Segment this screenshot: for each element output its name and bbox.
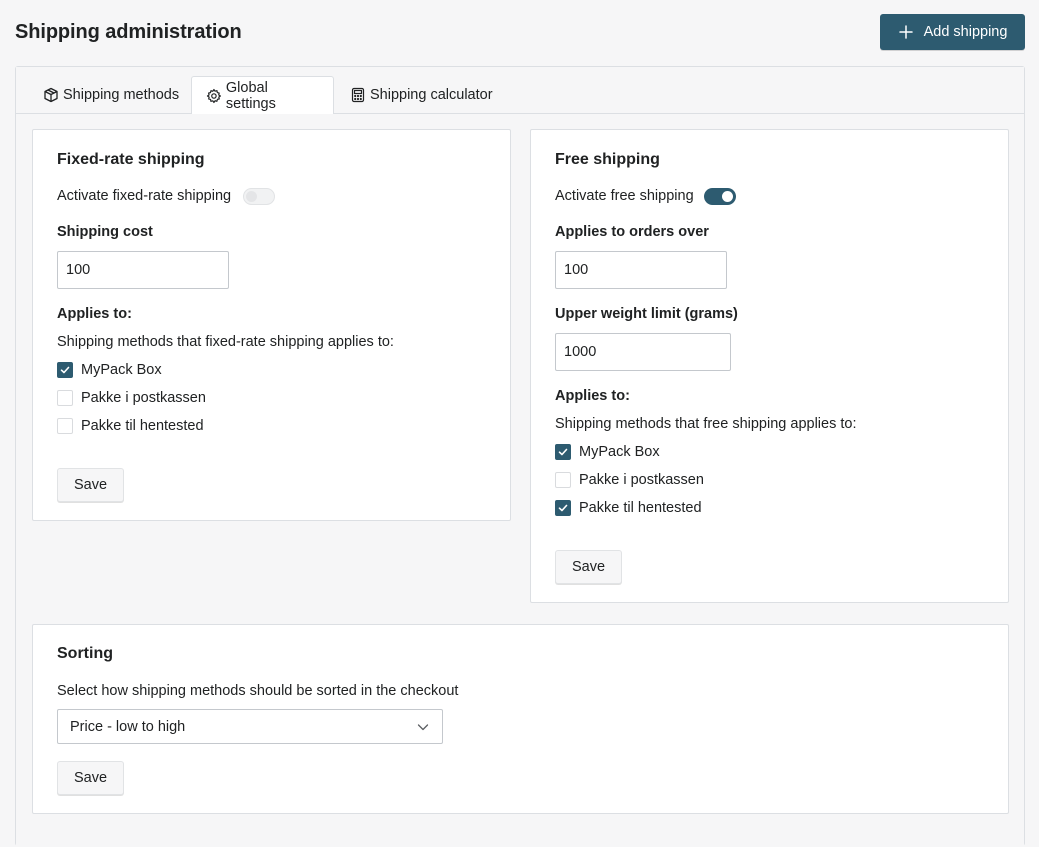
fixed-rate-title: Fixed-rate shipping [57,151,205,168]
checkbox-label: MyPack Box [81,362,162,378]
free-method-postkassen[interactable]: Pakke i postkassen [555,472,704,488]
free-shipping-activate-label: Activate free shipping [555,188,694,204]
toggle-knob [246,191,257,202]
checkbox-label: Pakke i postkassen [579,472,704,488]
tab-shipping-calculator[interactable]: Shipping calculator [338,76,505,114]
settings-panel: Shipping methods Global settings Shippin… [15,66,1025,847]
checkbox[interactable] [57,390,73,406]
page-header: Shipping administration Add shipping [15,14,1025,50]
sorting-selected-value: Price - low to high [70,718,186,735]
check-icon [558,448,568,456]
sorting-save-button[interactable]: Save [57,761,125,795]
tab-shipping-methods[interactable]: Shipping methods [32,76,191,114]
checkbox-label: MyPack Box [579,444,660,460]
free-method-mypack[interactable]: MyPack Box [555,444,660,460]
add-shipping-label: Add shipping [923,24,1008,40]
tab-label: Global settings [225,80,276,112]
fixed-rate-method-postkassen[interactable]: Pakke i postkassen [57,390,206,406]
fixed-rate-toggle[interactable] [243,188,275,205]
gear-icon [206,88,221,104]
tab-content: Fixed-rate shipping Activate fixed-rate … [16,114,1024,847]
free-method-hentested[interactable]: Pakke til hentested [555,500,702,516]
checkbox[interactable] [555,472,571,488]
fixed-rate-method-hentested[interactable]: Pakke til hentested [57,418,204,434]
fixed-rate-save-button[interactable]: Save [57,468,125,502]
check-icon [558,504,568,512]
sorting-select[interactable]: Price - low to high [57,709,443,744]
plus-icon [898,25,913,39]
orders-over-input[interactable] [555,251,727,289]
sorting-card: Sorting Select how shipping methods shou… [32,624,1009,814]
tab-global-settings[interactable]: Global settings [191,76,334,115]
tab-bar: Shipping methods Global settings Shippin… [16,67,1024,115]
checkbox-label: Pakke til hentested [579,500,702,516]
fixed-rate-method-mypack[interactable]: MyPack Box [57,362,162,378]
checkbox[interactable] [555,444,571,460]
chevron-down-icon [417,723,429,730]
check-icon [60,366,70,374]
free-shipping-card: Free shipping Activate free shipping App… [530,129,1009,603]
sorting-desc: Select how shipping methods should be so… [57,683,459,699]
shipping-cost-input[interactable] [57,251,229,289]
weight-limit-input[interactable] [555,333,731,371]
fixed-rate-applies-desc: Shipping methods that fixed-rate shippin… [57,334,394,350]
weight-limit-label: Upper weight limit (grams) [555,306,738,322]
tab-label: Shipping methods [63,87,180,103]
tab-label: Shipping calculator [370,87,493,103]
package-icon [44,87,58,103]
checkbox-label: Pakke i postkassen [81,390,206,406]
shipping-cost-label: Shipping cost [57,224,153,240]
sorting-title: Sorting [57,645,113,662]
orders-over-label: Applies to orders over [555,224,709,240]
toggle-knob [722,191,733,202]
fixed-rate-activate-label: Activate fixed-rate shipping [57,188,232,204]
free-shipping-title: Free shipping [555,151,660,168]
free-shipping-save-button[interactable]: Save [555,550,623,584]
free-shipping-toggle[interactable] [704,188,736,205]
fixed-rate-applies-heading: Applies to: [57,306,132,322]
page-title: Shipping administration [15,20,242,43]
checkbox[interactable] [555,500,571,516]
free-applies-desc: Shipping methods that free shipping appl… [555,416,857,432]
add-shipping-button[interactable]: Add shipping [880,14,1025,50]
checkbox[interactable] [57,418,73,434]
free-applies-heading: Applies to: [555,388,630,404]
checkbox-label: Pakke til hentested [81,418,204,434]
fixed-rate-card: Fixed-rate shipping Activate fixed-rate … [32,129,511,521]
checkbox[interactable] [57,362,73,378]
calculator-icon [351,87,365,103]
